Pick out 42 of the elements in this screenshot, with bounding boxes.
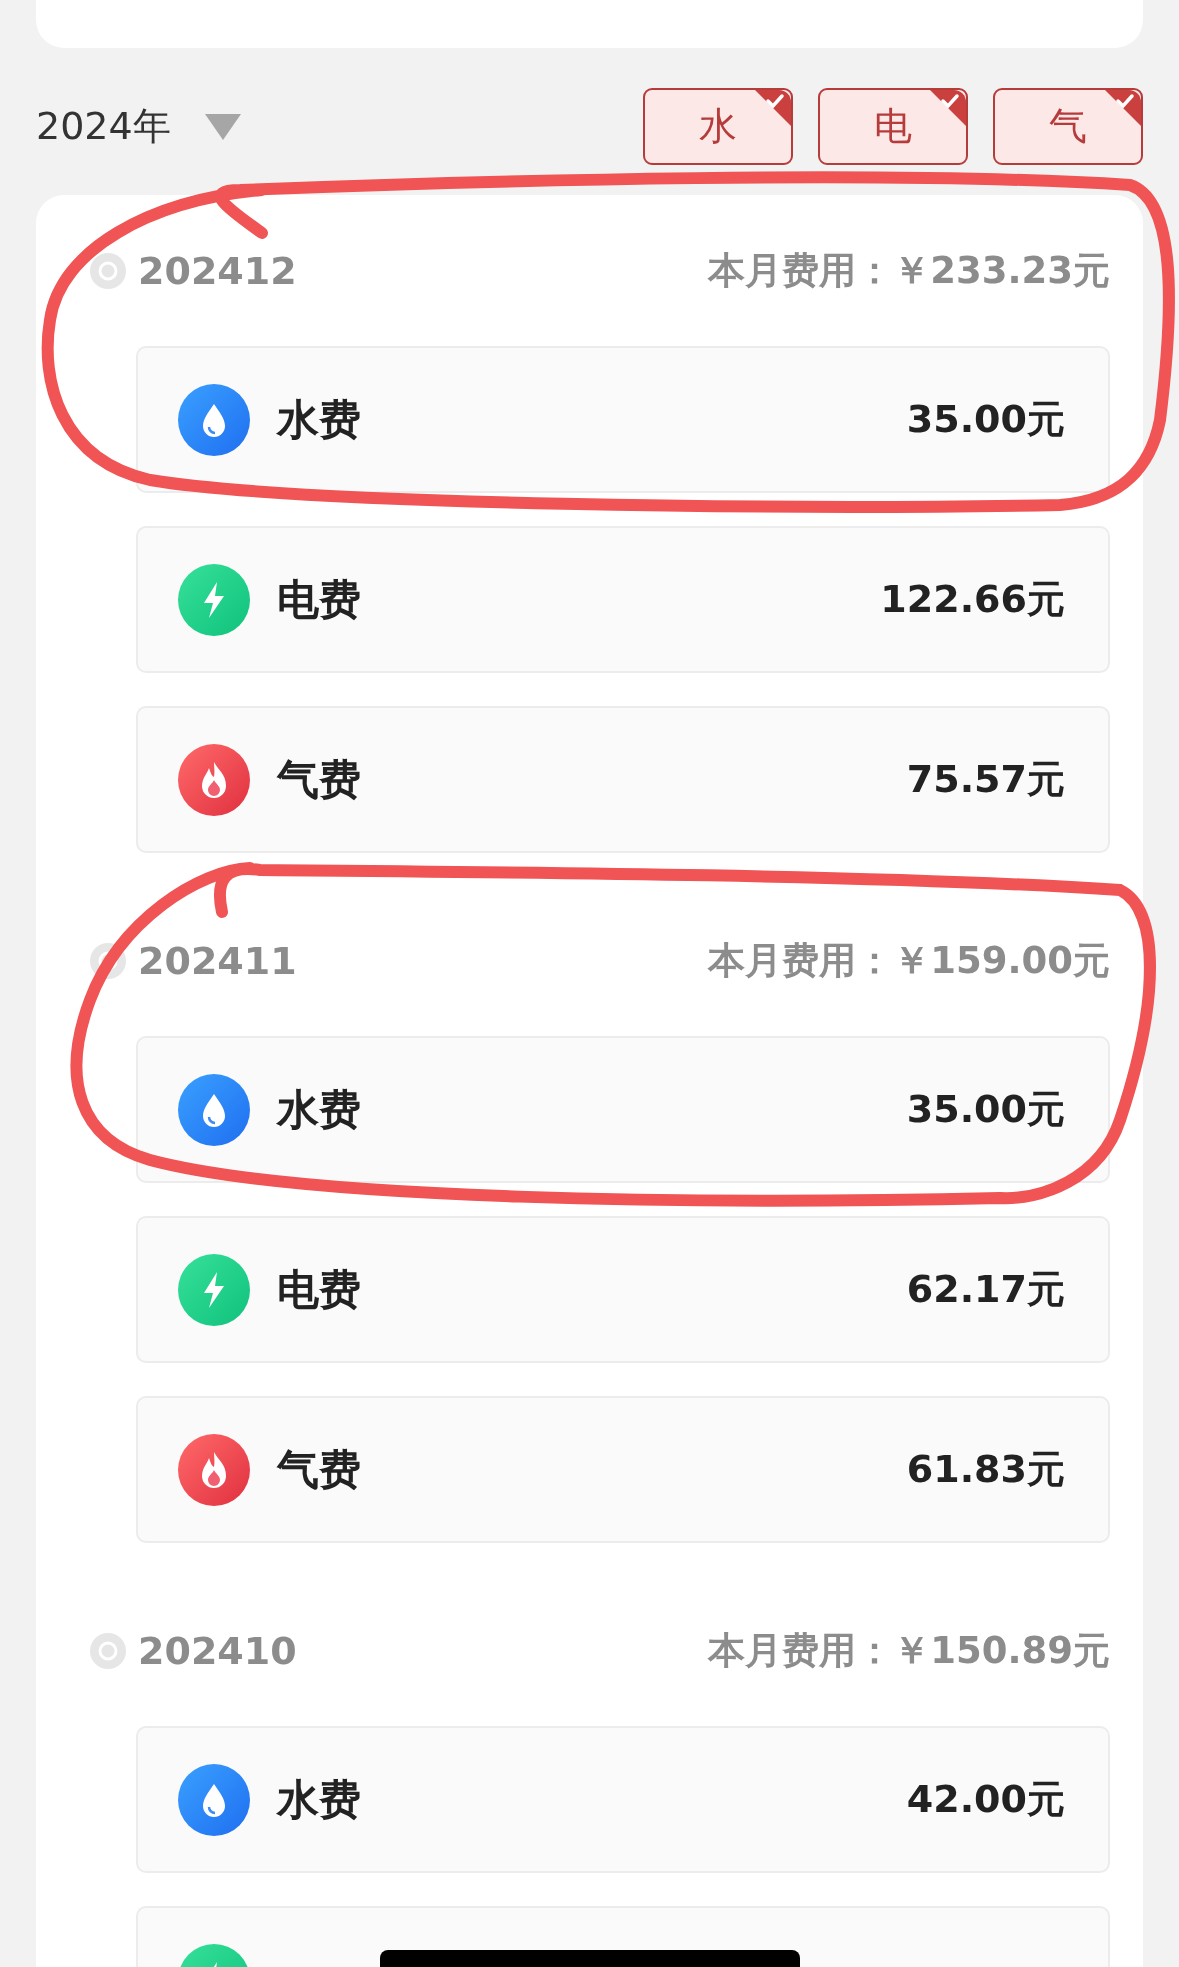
bill-item[interactable]: 水费 35.00元 — [136, 1036, 1110, 1183]
drop-icon — [178, 383, 250, 456]
bill-amount: 62.17元 — [906, 1266, 1065, 1313]
lightning-icon — [178, 563, 250, 636]
bill-type: 水费 — [277, 393, 361, 446]
bill-amount: 35.00元 — [906, 1086, 1065, 1133]
month-label: 202411 — [138, 939, 297, 983]
bill-item[interactable]: 水费 35.00元 — [136, 346, 1110, 493]
bill-type: 气费 — [277, 753, 361, 806]
bill-type: 水费 — [277, 1083, 361, 1136]
flame-icon — [178, 1433, 250, 1506]
lightning-icon — [178, 1253, 250, 1326]
filter-tag[interactable]: 电 — [818, 88, 968, 165]
bill-type: 水费 — [277, 1773, 361, 1826]
month-total: 本月费用：￥150.89元 — [708, 1628, 1110, 1674]
filter-tag[interactable]: 气 — [993, 88, 1143, 165]
month-total: 本月费用：￥233.23元 — [708, 248, 1110, 294]
month-label: 202410 — [138, 1629, 297, 1673]
timeline-dot-icon — [90, 1633, 126, 1669]
year-dropdown[interactable]: 2024年 — [36, 101, 241, 152]
month-total: 本月费用：￥159.00元 — [708, 938, 1110, 984]
bill-amount: 122.66元 — [880, 576, 1065, 623]
timeline-dot-icon — [90, 253, 126, 289]
timeline-dot-icon — [90, 943, 126, 979]
bill-amount: 42.00元 — [906, 1776, 1065, 1823]
bill-item[interactable]: 气费 75.57元 — [136, 706, 1110, 853]
bill-amount: 61.83元 — [906, 1446, 1065, 1493]
bill-item[interactable]: 电费 122.66元 — [136, 526, 1110, 673]
caret-icon — [204, 113, 241, 140]
bill-amount: 35.00元 — [906, 396, 1065, 443]
bill-item[interactable]: 水费 42.00元 — [136, 1726, 1110, 1873]
bill-type: 电费 — [277, 573, 361, 626]
bill-type: 电费 — [277, 1263, 361, 1316]
drop-icon — [178, 1073, 250, 1146]
bill-item[interactable]: 电费 62.17元 — [136, 1216, 1110, 1363]
bill-amount: 75.57元 — [906, 756, 1065, 803]
month-label: 202412 — [138, 249, 297, 293]
drop-icon — [178, 1763, 250, 1836]
flame-icon — [178, 743, 250, 816]
filter-tag[interactable]: 水 — [643, 88, 793, 165]
bill-type: 气费 — [277, 1443, 361, 1496]
bill-item[interactable]: 气费 61.83元 — [136, 1396, 1110, 1543]
